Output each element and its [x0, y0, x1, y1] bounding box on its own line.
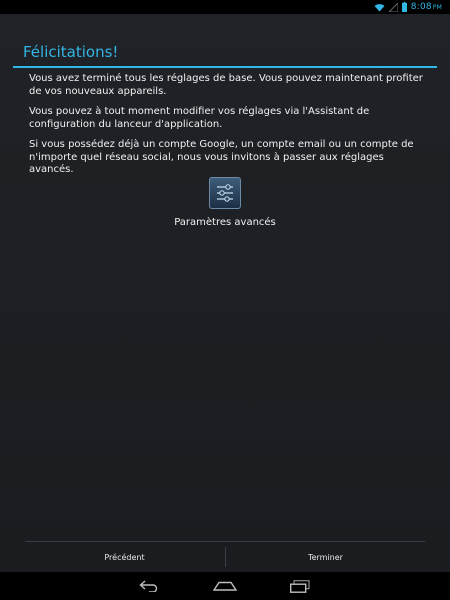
- setup-complete-screen: Félicitations! Vous avez terminé tous le…: [0, 14, 450, 572]
- paragraph-modify-settings: Vous pouvez à tout moment modifier vos r…: [29, 106, 370, 130]
- home-button[interactable]: [205, 577, 245, 595]
- previous-button[interactable]: Précédent: [25, 542, 224, 572]
- clock-time: 8:08: [410, 2, 432, 12]
- recent-apps-button[interactable]: [280, 577, 320, 595]
- home-icon: [213, 581, 237, 591]
- paragraph-advanced-hint: Si vous possédez déjà un compte Google, …: [29, 139, 414, 175]
- signal-icon: [388, 2, 398, 12]
- advanced-settings-label[interactable]: Paramètres avancés: [150, 217, 300, 228]
- page-title: Félicitations!: [23, 43, 119, 61]
- navigation-bar: [0, 572, 450, 600]
- finish-button[interactable]: Terminer: [226, 542, 425, 572]
- settings-sliders-icon[interactable]: [209, 177, 241, 209]
- back-icon: [139, 580, 158, 592]
- clock: 8:08PM: [411, 2, 442, 12]
- battery-icon: [401, 2, 407, 12]
- advanced-settings-option[interactable]: Paramètres avancés: [150, 177, 300, 228]
- back-button[interactable]: [130, 577, 170, 595]
- message-body: Vous avez terminé tous les réglages de b…: [29, 73, 425, 177]
- wifi-icon: [374, 3, 385, 11]
- title-divider: [13, 66, 437, 68]
- clock-ampm: PM: [432, 4, 442, 11]
- status-icons: 8:08PM: [374, 1, 442, 13]
- paragraph-setup-complete: Vous avez terminé tous les réglages de b…: [29, 73, 423, 97]
- recent-apps-icon: [290, 579, 310, 593]
- status-bar: 8:08PM: [0, 0, 450, 14]
